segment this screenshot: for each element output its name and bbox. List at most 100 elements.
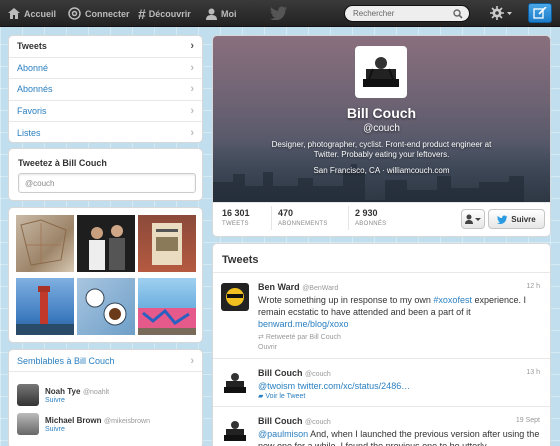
nav-home[interactable]: Accueil (8, 0, 56, 27)
map-photo-icon (20, 219, 67, 266)
similar-user-name[interactable]: Noah Tye (45, 387, 80, 396)
tweet-to-input[interactable]: @couch (18, 173, 196, 193)
view-tweet-label: Voir le Tweet (265, 393, 306, 400)
tweet-author-handle: @couch (305, 371, 331, 378)
profile-sidebar-menu: Tweets › Abonné › Abonnés › Favoris › Li… (8, 35, 203, 143)
tweet-timestamp[interactable]: 12 h (526, 283, 540, 290)
gear-icon[interactable] (490, 6, 512, 20)
photo-thumbnail[interactable] (77, 215, 135, 272)
stat-followers[interactable]: 2 930 ABONNÉS (355, 208, 386, 227)
nav-discover[interactable]: # Découvrir (138, 0, 191, 27)
follow-link[interactable]: Suivre (45, 397, 65, 404)
book-photo-icon (152, 223, 182, 265)
similar-user-handle: @mikeisbrown (103, 418, 150, 425)
stat-following[interactable]: 470 ABONNEMENTS (278, 208, 328, 227)
tweet-text-part: Wrote something up in response to my own (258, 295, 434, 305)
avatar[interactable] (221, 369, 249, 397)
tweet-author-handle: @BenWard (302, 285, 339, 292)
search-input[interactable]: Rechercher (344, 5, 470, 22)
graffiti-photo-icon (138, 308, 196, 335)
avatar[interactable] (221, 283, 249, 311)
tweet-to-box: Tweetez à Bill Couch @couch (8, 148, 203, 201)
divider (213, 202, 550, 203)
sidebar-item-label: Abonné (17, 62, 49, 73)
search-icon[interactable] (453, 9, 463, 19)
nav-home-label: Accueil (24, 8, 57, 19)
tweet-author-name[interactable]: Bill Couch (258, 416, 303, 426)
profile-handle: @couch (363, 123, 400, 134)
avatar[interactable] (221, 417, 249, 445)
follow-link[interactable]: Suivre (45, 426, 65, 433)
user-actions-button[interactable] (461, 209, 485, 229)
tweet-timestamp[interactable]: 19 Sept (516, 417, 540, 424)
chevron-right-icon: › (190, 83, 194, 96)
at-icon (68, 7, 81, 20)
chevron-right-icon: › (190, 104, 194, 117)
people-photo-icon (89, 225, 125, 270)
similar-users-header[interactable]: Semblables à Bill Couch › (9, 350, 202, 372)
lighthouse-photo-icon (16, 286, 74, 335)
stat-value: 16 301 (222, 208, 250, 218)
profile-location[interactable]: San Francisco, CA · williamcouch.com (213, 166, 550, 175)
compose-icon (533, 7, 547, 19)
retweet-icon: ⇄ (258, 334, 264, 341)
open-tweet-link[interactable]: Ouvrir (258, 344, 277, 351)
twitter-bird-icon[interactable] (270, 6, 288, 20)
view-tweet-link[interactable]: ▰ Voir le Tweet (258, 392, 305, 400)
similar-users-title: Semblables à Bill Couch (17, 355, 115, 366)
profile-avatar[interactable] (355, 46, 407, 98)
hashtag-icon: # (138, 5, 146, 22)
search-placeholder: Rechercher (353, 9, 395, 18)
tweet-text: Wrote something up in response to my own… (258, 294, 543, 330)
tweet-link[interactable]: twitter.com/xc/status/2486… (298, 381, 411, 391)
tweet-timestamp[interactable]: 13 h (526, 369, 540, 376)
compose-tweet-button[interactable] (528, 3, 552, 23)
sidebar-item-tweets[interactable]: Tweets › (9, 36, 202, 58)
profile-name: Bill Couch (346, 105, 417, 121)
chevron-right-icon: › (190, 126, 194, 139)
hashtag-link[interactable]: #xoxofest (433, 295, 472, 305)
tweet-author-name[interactable]: Ben Ward (258, 282, 300, 292)
chevron-right-icon: › (190, 40, 194, 53)
tweet-item[interactable]: Bill Couch @couch 19 Sept @paulmison And… (213, 406, 550, 446)
sidebar-item-label: Tweets (17, 41, 47, 52)
tweet-text: @paulmison And, when I launched the prev… (258, 428, 543, 446)
avatar-photo-icon (224, 421, 246, 441)
sidebar-item-lists[interactable]: Listes › (9, 122, 202, 142)
stat-tweets[interactable]: 16 301 TWEETS (222, 208, 250, 227)
nav-connect[interactable]: Connecter (68, 0, 130, 27)
photo-grid (8, 207, 203, 343)
avatar[interactable] (17, 384, 39, 406)
photo-thumbnail[interactable] (138, 278, 196, 335)
mention-link[interactable]: @paulmison (258, 429, 308, 439)
sidebar-item-following[interactable]: Abonné › (9, 58, 202, 79)
mention-link[interactable]: @twoism (258, 381, 295, 391)
home-icon (8, 8, 20, 19)
tweet-to-title: Tweetez à Bill Couch (18, 158, 107, 168)
photo-thumbnail[interactable] (16, 278, 74, 335)
tweet-item[interactable]: Bill Couch @couch 13 h @twoism twitter.c… (213, 358, 550, 406)
cups-photo-icon (85, 288, 127, 326)
sidebar-item-label: Abonnés (17, 84, 53, 95)
follow-button[interactable]: Suivre (488, 209, 545, 229)
conversation-icon: ▰ (258, 393, 264, 400)
photo-thumbnail[interactable] (138, 215, 196, 272)
avatar-photo-icon (358, 49, 404, 95)
tweet-item[interactable]: Ben Ward @BenWard 12 h Wrote something u… (213, 272, 550, 358)
sidebar-item-favorites[interactable]: Favoris › (9, 101, 202, 122)
avatar[interactable] (17, 413, 39, 435)
profile-bio-line: Twitter. Probably eating your leftovers. (313, 150, 450, 159)
sidebar-item-followers[interactable]: Abonnés › (9, 79, 202, 101)
follow-button-label: Suivre (511, 214, 536, 224)
photo-thumbnail[interactable] (77, 278, 135, 335)
nav-me[interactable]: Moi (206, 0, 237, 27)
similar-user-name[interactable]: Michael Brown (45, 416, 101, 425)
profile-card: Bill Couch @couch Designer, photographer… (212, 35, 551, 237)
nav-discover-label: Découvrir (148, 8, 191, 19)
tweet-author-name[interactable]: Bill Couch (258, 368, 303, 378)
tweet-link[interactable]: benward.me/blog/xoxo (258, 319, 349, 329)
photo-thumbnail[interactable] (16, 215, 74, 272)
similar-users-box: Semblables à Bill Couch › Noah Tye @noah… (8, 349, 203, 446)
tweet-text: @twoism twitter.com/xc/status/2486… (258, 380, 410, 392)
stat-label: TWEETS (222, 221, 249, 227)
